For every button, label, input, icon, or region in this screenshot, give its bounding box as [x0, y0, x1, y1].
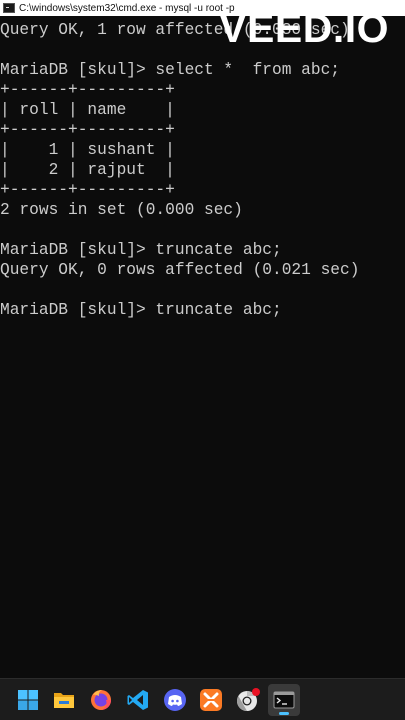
terminal-line: +------+---------+: [0, 81, 175, 99]
terminal-line: +------+---------+: [0, 181, 175, 199]
visual-studio-code-icon: [127, 690, 148, 710]
command-prompt-button[interactable]: [268, 684, 300, 716]
file-explorer-button[interactable]: [48, 684, 80, 716]
window-title: C:\windows\system32\cmd.exe - mysql -u r…: [19, 2, 235, 14]
start-button[interactable]: [12, 684, 44, 716]
screen: C:\windows\system32\cmd.exe - mysql -u r…: [0, 0, 405, 720]
discord-icon: [164, 689, 186, 711]
terminal-line: MariaDB [skul]> select * from abc;: [0, 61, 340, 79]
start-windows-icon: [18, 690, 38, 710]
terminal-line: | 2 | rajput |: [0, 161, 175, 179]
discord-button[interactable]: [159, 684, 191, 716]
file-explorer-icon: [54, 693, 74, 708]
vscode-button[interactable]: [122, 684, 154, 716]
veed-watermark: VEED.IO: [219, 5, 389, 51]
terminal-line: MariaDB [skul]> truncate abc;: [0, 241, 282, 259]
terminal-line: Query OK, 0 rows affected (0.021 sec): [0, 261, 360, 279]
cmd-icon: [3, 3, 15, 13]
terminal-line: 2 rows in set (0.000 sec): [0, 201, 243, 219]
firefox-icon: [91, 690, 111, 710]
chrome-button[interactable]: [232, 684, 264, 716]
taskbar: [0, 678, 405, 720]
terminal-line: | 1 | sushant |: [0, 141, 175, 159]
terminal-line: MariaDB [skul]> truncate abc;: [0, 301, 282, 319]
terminal-output[interactable]: Query OK, 1 row affected (0.030 sec) Mar…: [0, 20, 405, 670]
xampp-button[interactable]: [195, 684, 227, 716]
terminal-line: +------+---------+: [0, 121, 175, 139]
chrome-icon: [237, 688, 260, 711]
xampp-icon: [200, 689, 222, 711]
firefox-button[interactable]: [85, 684, 117, 716]
terminal-line: | roll | name |: [0, 101, 175, 119]
command-prompt-icon: [273, 691, 295, 709]
notification-badge: [252, 688, 260, 696]
